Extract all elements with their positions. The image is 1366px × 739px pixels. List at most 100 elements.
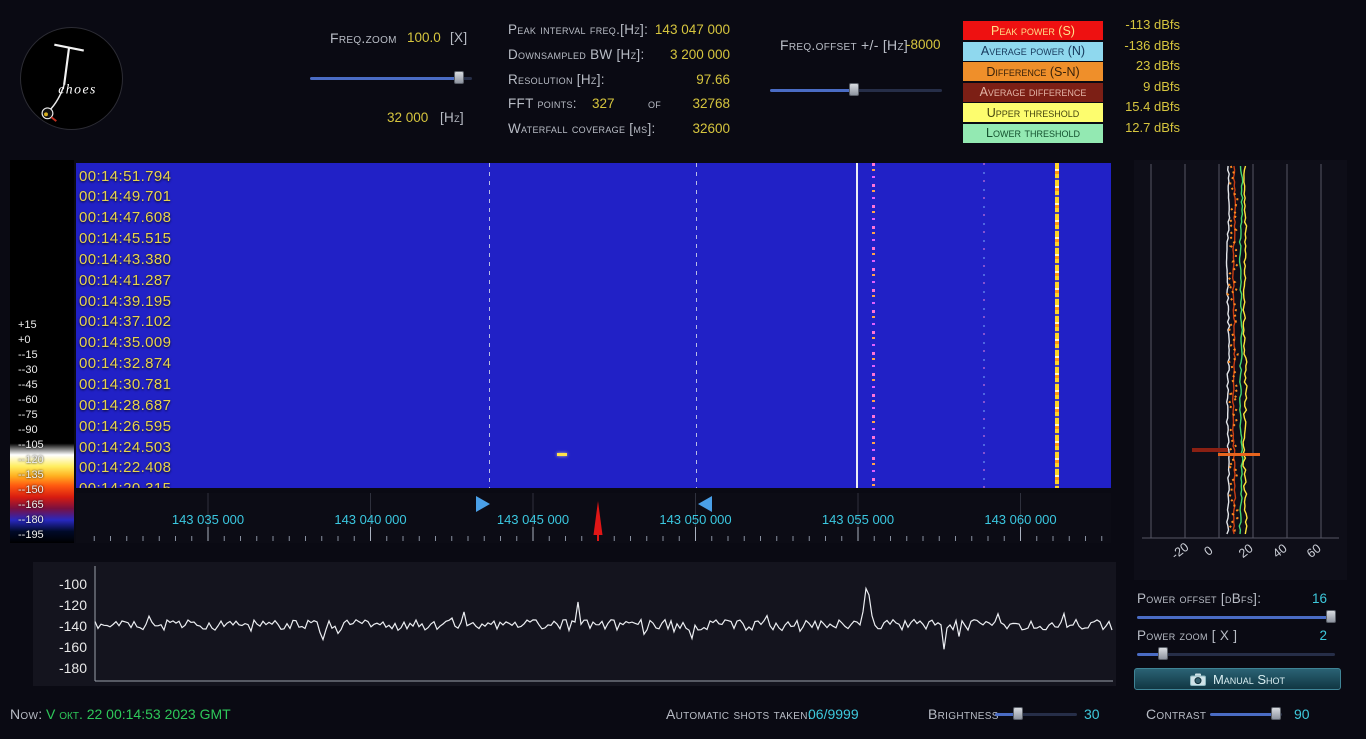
svg-text:choes: choes: [58, 82, 97, 97]
freq-offset-slider[interactable]: [770, 83, 942, 97]
power-distribution-plot: [1134, 160, 1347, 580]
brightness-slider-handle[interactable]: [1013, 707, 1023, 720]
freq-zoom-slider-handle[interactable]: [454, 71, 464, 84]
waterfall-timestamp: 00:14:20.315: [79, 480, 171, 488]
info-row: Peak interval freq.[Hz]:143 047 000: [508, 22, 730, 42]
power-offset-value: 16: [1285, 591, 1327, 606]
legend-average-difference[interactable]: Average difference: [963, 83, 1103, 102]
power-zoom-value: 2: [1285, 628, 1327, 643]
legend: Peak power (S) Average power (N)Differenc…: [963, 21, 1103, 144]
waterfall-timestamp: 00:14:45.515: [79, 230, 171, 247]
manual-shot-label: Manual Shot: [1213, 672, 1285, 687]
info-value: 32600: [692, 121, 730, 136]
freq-zoom-unit: [X]: [450, 30, 467, 45]
dist-trace-upper-threshold: [1243, 166, 1247, 534]
db-scale-label: --165: [18, 500, 44, 511]
power-zoom-slider-handle[interactable]: [1158, 647, 1168, 660]
power-spectrum-panel: -100 -120 -140 -160 -180: [33, 562, 1116, 686]
db-scale-label: --30: [18, 365, 38, 376]
svg-text:143 035 000: 143 035 000: [172, 512, 244, 527]
contrast-value: 90: [1294, 706, 1310, 722]
now-label: Now:: [10, 706, 42, 722]
db-scale-label: --105: [18, 440, 44, 451]
reading-lower-threshold: 12.7 dBfs: [1098, 120, 1180, 141]
reading-peak-power: -113 dBfs: [1098, 17, 1180, 38]
dist-trace-peak-power: [1227, 166, 1230, 534]
reading-average-power: -136 dBfs: [1098, 38, 1180, 59]
waterfall-timestamp: 00:14:32.874: [79, 355, 171, 372]
freq-offset-value: -8000: [906, 37, 941, 52]
contrast-slider[interactable]: [1210, 707, 1282, 721]
svg-text:143 055 000: 143 055 000: [822, 512, 894, 527]
spectrum-y-label: -120: [37, 597, 87, 613]
freq-offset-label: Freq.offset +/- [Hz]: [780, 37, 908, 53]
info-row: Downsampled BW [Hz]: 3 200 000: [508, 47, 730, 67]
info-panel: Peak interval freq.[Hz]:143 047 000 Downs…: [508, 22, 730, 150]
freq-zoom-slider[interactable]: [310, 71, 472, 85]
waterfall-timestamp: 00:14:30.781: [79, 376, 171, 393]
camera-icon: [1190, 673, 1206, 686]
svg-text:143 045 000: 143 045 000: [497, 512, 569, 527]
info-label: Downsampled BW [Hz]:: [508, 47, 645, 62]
echoes-logo: choes: [20, 27, 123, 130]
interval-start-arrow[interactable]: [476, 496, 490, 512]
waterfall-timestamp: 00:14:37.102: [79, 313, 171, 330]
info-label: Resolution [Hz]:: [508, 72, 605, 87]
info-label: Peak interval freq.[Hz]:: [508, 22, 648, 37]
spectrum-y-label: -180: [37, 660, 87, 676]
legend-average-power[interactable]: Average power (N): [963, 42, 1103, 61]
db-scale-label: --180: [18, 515, 44, 526]
db-scale-label: --120: [18, 455, 44, 466]
freq-offset-slider-handle[interactable]: [849, 83, 859, 96]
db-scale-label: --75: [18, 410, 38, 421]
speckle-signal-pink: [872, 163, 875, 488]
freq-span-value: 32 000: [387, 110, 428, 125]
legend-lower-threshold[interactable]: Lower threshold: [963, 124, 1103, 143]
power-zoom-slider[interactable]: [1137, 647, 1335, 661]
info-of: of: [648, 96, 661, 111]
interval-boundary-line: [696, 163, 697, 488]
power-offset-slider-handle[interactable]: [1326, 610, 1336, 623]
db-scale-label: --195: [18, 530, 44, 541]
legend-difference[interactable]: Difference (S-N): [963, 62, 1103, 81]
waterfall-timestamp: 00:14:26.595: [79, 418, 171, 435]
readings: -113 dBfs-136 dBfs23 dBfs9 dBfs15.4 dBfs…: [1098, 17, 1180, 141]
spectrum-y-label: -100: [37, 576, 87, 592]
shots-taken-label: Automatic shots taken:: [666, 706, 812, 722]
db-scale: +15+0--15--30--45--60--75--90--105--120-…: [10, 160, 74, 543]
waterfall-timestamp: 00:14:24.503: [79, 439, 171, 456]
waterfall-timestamp: 00:14:28.687: [79, 397, 171, 414]
now-value: V окт. 22 00:14:53 2023 GMT: [46, 706, 231, 722]
info-value: 327: [592, 96, 615, 111]
legend-peak-power[interactable]: Peak power (S): [963, 21, 1103, 40]
info-value: 3 200 000: [670, 47, 730, 62]
power-spectrum-plot: [33, 562, 1116, 686]
svg-text:143 040 000: 143 040 000: [334, 512, 406, 527]
peak-frequency-marker: [594, 501, 603, 535]
dist-current-marker: [1218, 453, 1260, 456]
spectrum-y-label: -140: [37, 618, 87, 634]
power-offset-slider[interactable]: [1137, 610, 1335, 624]
shots-taken-value: 06/9999: [808, 706, 859, 722]
db-scale-label: --60: [18, 395, 38, 406]
waterfall-timestamp: 00:14:39.195: [79, 293, 171, 310]
waterfall-timestamp: 00:14:51.794: [79, 168, 171, 185]
waterfall-display[interactable]: 00:14:51.79400:14:49.70100:14:47.60800:1…: [76, 163, 1111, 488]
db-scale-label: --45: [18, 380, 38, 391]
power-distribution-panel: -200204060: [1134, 160, 1347, 580]
brightness-slider[interactable]: [995, 707, 1077, 721]
legend-upper-threshold[interactable]: Upper threshold: [963, 103, 1103, 122]
info-label: Waterfall coverage [ms]:: [508, 121, 656, 136]
spectrum-y-label: -160: [37, 639, 87, 655]
contrast-slider-handle[interactable]: [1271, 707, 1281, 720]
frequency-ruler[interactable]: 143 035 000143 040 000143 045 000143 050…: [76, 493, 1111, 543]
info-row: FFT points:327of32768: [508, 96, 730, 116]
waterfall-timestamp: 00:14:49.701: [79, 188, 171, 205]
echoes-main-window: choes Freq.zoom 100.0 [X] 32 000 [Hz] Pe…: [0, 0, 1366, 739]
echoes-logo-art: choes: [21, 27, 122, 130]
power-zoom-label: Power zoom [ X ]: [1137, 628, 1237, 643]
interval-end-arrow[interactable]: [698, 496, 712, 512]
brightness-label: Brightness: [928, 706, 999, 722]
manual-shot-button[interactable]: Manual Shot: [1134, 668, 1341, 690]
freq-zoom-value: 100.0: [407, 30, 441, 45]
